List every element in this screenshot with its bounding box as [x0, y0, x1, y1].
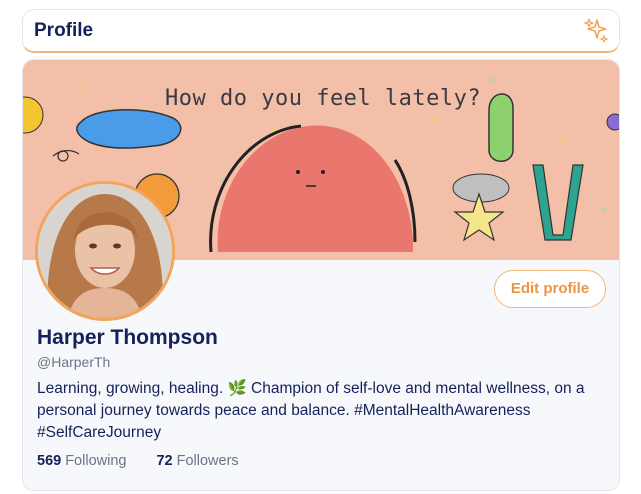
- profile-name: Harper Thompson: [37, 326, 218, 349]
- following-stat[interactable]: 569 Following: [37, 453, 126, 469]
- edit-profile-button[interactable]: Edit profile: [494, 270, 606, 308]
- followers-stat[interactable]: 72 Followers: [156, 453, 238, 469]
- followers-count: 72: [156, 453, 173, 469]
- profile-header: Profile: [22, 9, 620, 53]
- profile-stats: 569 Following 72 Followers: [37, 453, 265, 469]
- sparkle-icon[interactable]: [583, 17, 609, 43]
- avatar-photo: [38, 184, 172, 318]
- followers-label: Followers: [176, 453, 239, 469]
- profile-card: How do you feel lately? Edit profile Har…: [22, 59, 620, 491]
- herb-emoji: 🌿: [227, 380, 247, 397]
- profile-bio: Learning, growing, healing. 🌿 Champion o…: [37, 378, 607, 444]
- profile-handle: @HarperTh: [37, 354, 111, 370]
- bio-text-start: Learning, growing, healing.: [37, 380, 228, 397]
- banner-caption: How do you feel lately?: [165, 86, 482, 111]
- following-count: 569: [37, 453, 62, 469]
- following-label: Following: [65, 453, 127, 469]
- page-title: Profile: [34, 20, 94, 41]
- avatar[interactable]: [35, 181, 175, 321]
